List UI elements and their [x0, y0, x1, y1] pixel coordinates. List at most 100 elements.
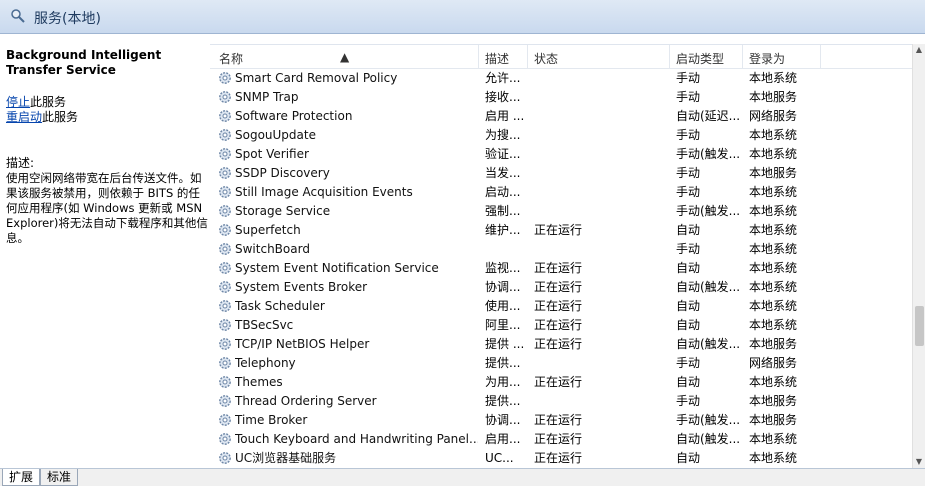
tab-standard[interactable]: 标准 [40, 469, 79, 486]
service-desc: 使用... [485, 299, 521, 313]
service-desc: 当发... [485, 166, 521, 180]
service-status: 正在运行 [534, 337, 583, 351]
service-startup-type: 手动 [676, 394, 701, 408]
service-startup-type: 手动(触发... [676, 204, 741, 218]
table-row[interactable]: Thread Ordering Server 提供... 手动 本地服务 [210, 392, 915, 411]
table-row[interactable]: Touch Keyboard and Handwriting Panel... 启… [210, 430, 915, 449]
service-desc: 提供 ... [485, 337, 525, 351]
service-desc: 强制... [485, 204, 521, 218]
table-row[interactable]: Still Image Acquisition Events 启动... 手动 本地系… [210, 183, 915, 202]
table-row[interactable]: SwitchBoard 手动 本地系统 [210, 240, 915, 259]
service-desc: 监视... [485, 261, 521, 275]
service-startup-type: 手动 [676, 166, 701, 180]
table-row[interactable]: Smart Card Removal Policy 允许... 手动 本地系统 [210, 69, 915, 88]
service-name: Storage Service [235, 204, 331, 218]
service-logon-as: 本地系统 [749, 261, 798, 275]
service-startup-type: 自动(触发... [676, 280, 741, 294]
selected-service-title: Background Intelligent Transfer Service [6, 48, 162, 77]
vertical-scrollbar[interactable]: ▲ ▼ [912, 44, 925, 468]
service-detail-panel: Background Intelligent Transfer Service … [0, 34, 210, 468]
table-row[interactable]: SNMP Trap 接收... 手动 本地服务 [210, 88, 915, 107]
service-startup-type: 自动 [676, 375, 701, 389]
service-logon-as: 本地系统 [749, 432, 798, 446]
service-gear-icon [218, 90, 232, 104]
column-header-name[interactable]: 名称 [219, 50, 243, 67]
service-logon-as: 本地服务 [749, 337, 798, 351]
service-startup-type: 手动 [676, 242, 701, 256]
table-row[interactable]: Software Protection 启用 ... 自动(延迟... 网络服务 [210, 107, 915, 126]
service-gear-icon [218, 223, 232, 237]
table-row[interactable]: System Event Notification Service 监视... 正在… [210, 259, 915, 278]
service-name: Telephony [235, 356, 296, 370]
service-gear-icon [218, 318, 232, 332]
table-row[interactable]: SSDP Discovery 当发... 手动 本地服务 [210, 164, 915, 183]
service-status: 正在运行 [534, 432, 583, 446]
restart-service-link[interactable]: 重启动 [6, 110, 42, 124]
service-startup-type: 自动 [676, 223, 701, 237]
service-startup-type: 手动(触发... [676, 147, 741, 161]
table-row[interactable]: Time Broker 协调... 正在运行 手动(触发... 本地服务 [210, 411, 915, 430]
window-title: 服务(本地) [34, 11, 101, 27]
column-header-row: ▲ 名称 描述 状态 启动类型 登录为 [210, 45, 915, 69]
scrollbar-thumb[interactable] [915, 306, 924, 346]
service-logon-as: 本地系统 [749, 451, 798, 465]
service-startup-type: 自动 [676, 299, 701, 313]
service-desc: 启动... [485, 185, 521, 199]
service-name: Spot Verifier [235, 147, 309, 161]
service-startup-type: 自动(延迟... [676, 109, 741, 123]
service-name: TCP/IP NetBIOS Helper [235, 337, 370, 351]
column-header-logon[interactable]: 登录为 [749, 50, 785, 67]
service-gear-icon [218, 432, 232, 446]
service-logon-as: 本地系统 [749, 318, 798, 332]
service-gear-icon [218, 242, 232, 256]
table-row[interactable]: TCP/IP NetBIOS Helper 提供 ... 正在运行 自动(触发... 本… [210, 335, 915, 354]
stop-suffix: 此服务 [30, 95, 67, 109]
stop-service-link[interactable]: 停止 [6, 95, 30, 109]
service-gear-icon [218, 394, 232, 408]
service-status: 正在运行 [534, 299, 583, 313]
service-gear-icon [218, 128, 232, 142]
table-row[interactable]: Superfetch 维护... 正在运行 自动 本地系统 [210, 221, 915, 240]
service-status: 正在运行 [534, 280, 583, 294]
column-header-startup[interactable]: 启动类型 [676, 50, 724, 67]
service-startup-type: 自动(触发... [676, 432, 741, 446]
service-logon-as: 本地系统 [749, 375, 798, 389]
service-desc: 提供... [485, 356, 521, 370]
column-header-status[interactable]: 状态 [534, 50, 558, 67]
table-row[interactable]: System Events Broker 协调... 正在运行 自动(触发... 本地系… [210, 278, 915, 297]
table-row[interactable]: SogouUpdate 为搜... 手动 本地系统 [210, 126, 915, 145]
service-logon-as: 本地系统 [749, 185, 798, 199]
service-logon-as: 本地系统 [749, 71, 798, 85]
service-logon-as: 本地服务 [749, 166, 798, 180]
table-row[interactable]: Telephony 提供... 手动 网络服务 [210, 354, 915, 373]
service-startup-type: 自动 [676, 261, 701, 275]
column-header-desc[interactable]: 描述 [485, 50, 509, 67]
services-list: ▲ 名称 描述 状态 启动类型 登录为 Smart Card Removal P… [210, 44, 925, 468]
service-desc: 协调... [485, 280, 521, 294]
table-row[interactable]: Spot Verifier 验证... 手动(触发... 本地系统 [210, 145, 915, 164]
table-row[interactable]: TBSecSvc 阿里... 正在运行 自动 本地系统 [210, 316, 915, 335]
service-name: Touch Keyboard and Handwriting Panel... [235, 432, 478, 446]
service-logon-as: 本地系统 [749, 280, 798, 294]
table-row[interactable]: Themes 为用... 正在运行 自动 本地系统 [210, 373, 915, 392]
service-desc: 验证... [485, 147, 521, 161]
service-status: 正在运行 [534, 413, 583, 427]
table-row[interactable]: UC浏览器基础服务 UC... 正在运行 自动 本地系统 [210, 449, 915, 468]
service-desc: 启用 ... [485, 109, 525, 123]
scroll-up-icon[interactable]: ▲ [913, 44, 925, 56]
description-text: 使用空闲网络带宽在后台传送文件。如果该服务被禁用，则依赖于 BITS 的任何应用… [6, 171, 208, 245]
scroll-down-icon[interactable]: ▼ [913, 456, 925, 468]
service-startup-type: 自动 [676, 318, 701, 332]
tab-extended[interactable]: 扩展 [2, 469, 41, 486]
service-name: SogouUpdate [235, 128, 316, 142]
service-startup-type: 手动 [676, 90, 701, 104]
service-name: Time Broker [235, 413, 308, 427]
service-logon-as: 网络服务 [749, 356, 798, 370]
service-logon-as: 本地服务 [749, 90, 798, 104]
table-row[interactable]: Task Scheduler 使用... 正在运行 自动 本地系统 [210, 297, 915, 316]
service-desc: 启用... [485, 432, 521, 446]
service-gear-icon [218, 356, 232, 370]
service-gear-icon [218, 71, 232, 85]
service-name: Task Scheduler [235, 299, 325, 313]
table-row[interactable]: Storage Service 强制... 手动(触发... 本地系统 [210, 202, 915, 221]
